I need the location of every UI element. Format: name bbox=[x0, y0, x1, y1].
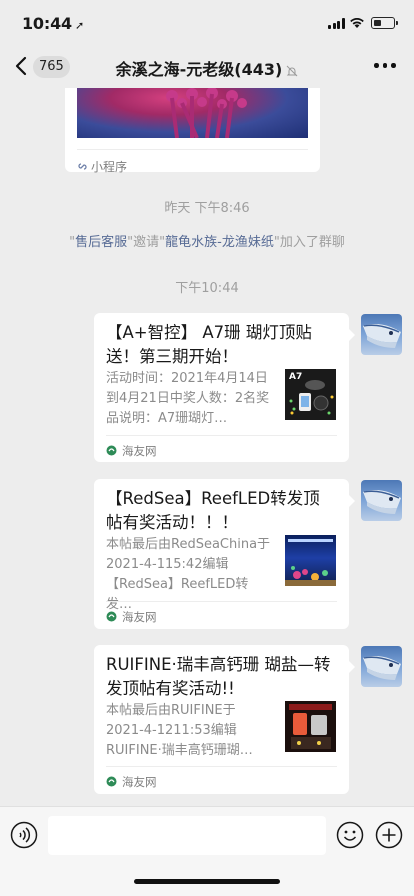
status-bar: 10:44 ➚ bbox=[0, 0, 414, 44]
system-message: "售后客服"邀请"龍龟水族-龙渔妹纸"加入了群聊 bbox=[69, 235, 345, 250]
home-indicator[interactable] bbox=[134, 879, 280, 884]
source-icon bbox=[106, 776, 117, 787]
coral-image bbox=[77, 88, 308, 138]
location-arrow-icon: ➚ bbox=[74, 19, 84, 32]
card-thumbnail bbox=[285, 535, 336, 586]
card-thumbnail: A7 bbox=[285, 369, 336, 420]
more-options-icon[interactable] bbox=[374, 63, 396, 69]
sender-avatar[interactable] bbox=[361, 480, 402, 521]
sender-avatar[interactable] bbox=[361, 646, 402, 687]
source-icon bbox=[106, 445, 117, 456]
signal-icon bbox=[328, 18, 346, 29]
card-title: 【RedSea】ReefLED转发顶帖有奖活动！！！ bbox=[106, 489, 320, 532]
status-time: 10:44 ➚ bbox=[22, 14, 84, 33]
source-icon bbox=[106, 611, 117, 622]
card-title: RUIFINE·瑞丰高钙珊 瑚盐—转发顶帖有奖活动!! bbox=[106, 655, 331, 698]
invitee-link[interactable]: 龍龟水族-龙渔妹纸 bbox=[165, 235, 274, 250]
card-source: 海友网 bbox=[106, 766, 337, 796]
emoji-icon[interactable] bbox=[336, 821, 364, 849]
timestamp: 昨天 下午8:46 bbox=[164, 201, 250, 216]
sender-avatar[interactable] bbox=[361, 314, 402, 355]
chat-title: 余溪之海-元老级(443) bbox=[0, 56, 414, 80]
card-description: 本帖最后由RUIFINE于2021-4-1211:53编辑RUIFINE·瑞丰高… bbox=[106, 703, 253, 758]
card-source: 海友网 bbox=[106, 435, 337, 465]
share-card[interactable]: RUIFINE·瑞丰高钙珊 瑚盐—转发顶帖有奖活动!! 本帖最后由RUIFINE… bbox=[94, 645, 355, 796]
timestamp: 下午10:44 bbox=[175, 281, 239, 296]
mini-program-icon bbox=[78, 163, 87, 170]
chat-header: 765 余溪之海-元老级(443) bbox=[0, 44, 414, 88]
mini-program-card[interactable]: 小程序 bbox=[65, 88, 320, 175]
mini-program-label: 小程序 bbox=[77, 149, 308, 175]
message-input[interactable] bbox=[48, 816, 326, 855]
mute-bell-icon bbox=[286, 65, 298, 76]
add-more-icon[interactable] bbox=[375, 821, 403, 849]
battery-icon bbox=[371, 17, 398, 29]
wifi-icon bbox=[350, 17, 364, 28]
chat-title-text: 余溪之海-元老级(443) bbox=[115, 60, 283, 79]
inviter-link[interactable]: 售后客服 bbox=[75, 235, 127, 250]
share-card[interactable]: 【A+智控】 A7珊 瑚灯顶贴送！第三期开始！ 活动时间：2021年4月14日到… bbox=[94, 313, 355, 465]
share-card[interactable]: 【RedSea】ReefLED转发顶帖有奖活动！！！ 本帖最后由RedSeaCh… bbox=[94, 479, 355, 631]
thumb-label: A7 bbox=[289, 372, 303, 382]
card-description: 活动时间：2021年4月14日到4月21日中奖人数：2名奖品说明：A7珊瑚灯… bbox=[106, 371, 270, 426]
card-title: 【A+智控】 A7珊 瑚灯顶贴送！第三期开始！ bbox=[106, 323, 312, 366]
voice-input-icon[interactable] bbox=[10, 821, 38, 849]
card-thumbnail bbox=[285, 701, 336, 752]
card-source: 海友网 bbox=[106, 601, 337, 631]
